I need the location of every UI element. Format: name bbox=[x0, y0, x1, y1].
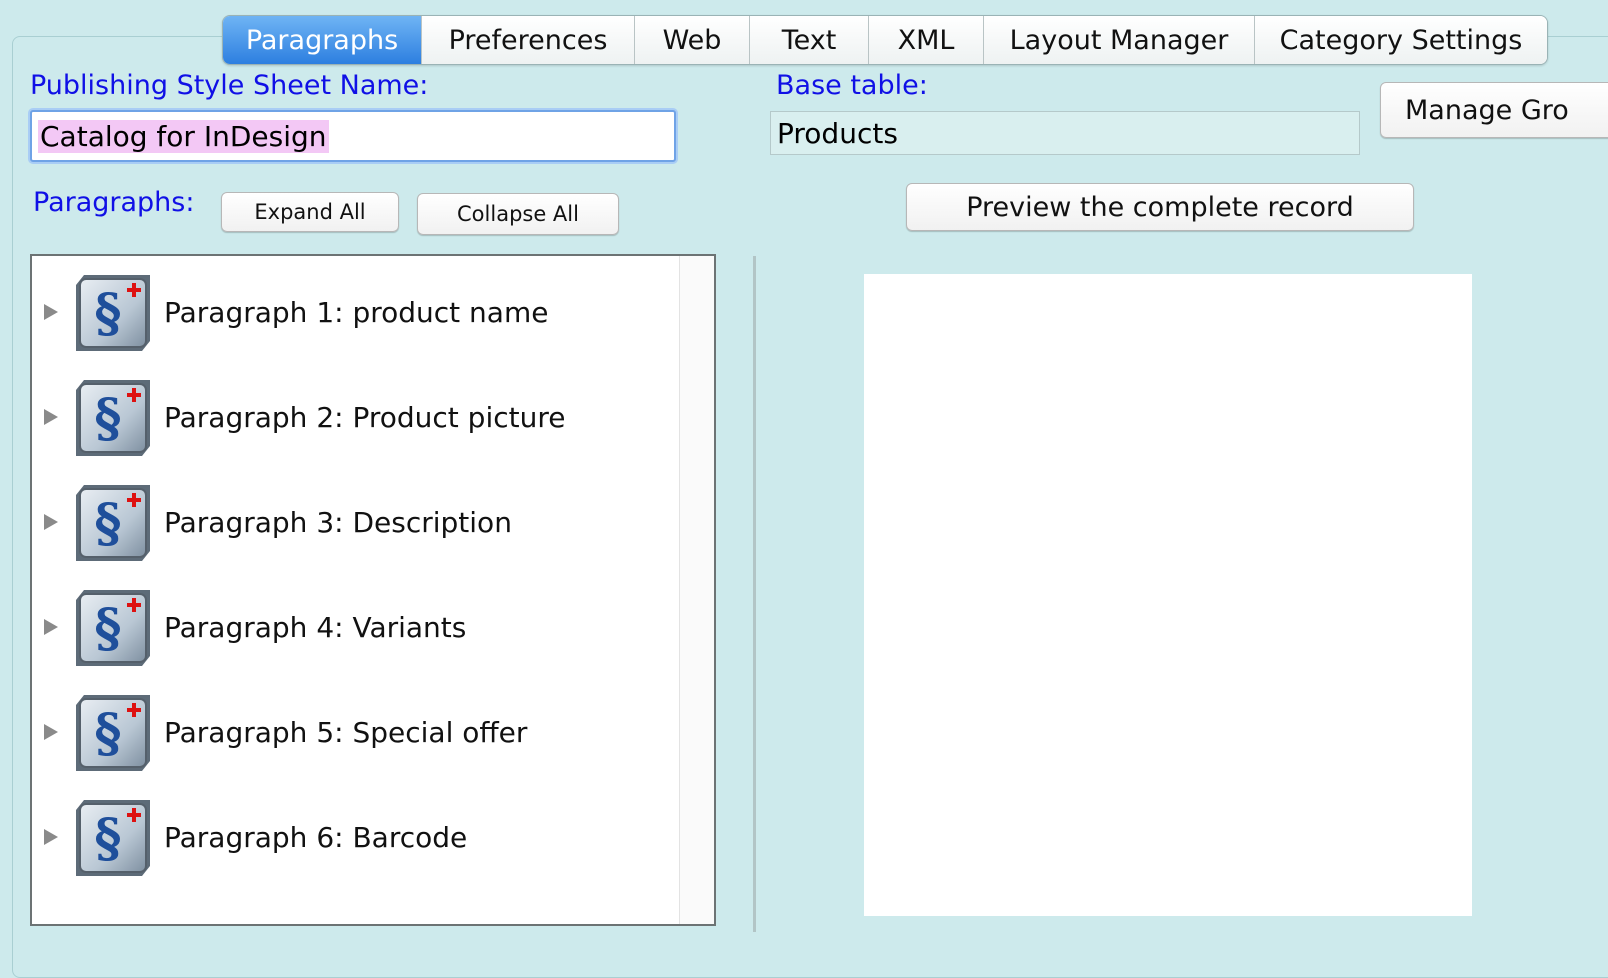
disclosure-triangle-icon[interactable] bbox=[44, 514, 58, 530]
svg-text:§: § bbox=[94, 388, 121, 449]
disclosure-triangle-icon[interactable] bbox=[44, 829, 58, 845]
svg-text:§: § bbox=[94, 283, 121, 344]
base-table-field: Products bbox=[770, 111, 1360, 155]
manage-groups-button[interactable]: Manage Gro bbox=[1380, 82, 1608, 138]
svg-text:§: § bbox=[94, 598, 121, 659]
paragraph-label: Paragraph 2: Product picture bbox=[164, 400, 566, 434]
collapse-all-button[interactable]: Collapse All bbox=[417, 193, 619, 235]
preview-area bbox=[864, 274, 1472, 916]
svg-text:§: § bbox=[94, 808, 121, 869]
tab-text[interactable]: Text bbox=[750, 16, 869, 64]
disclosure-triangle-icon[interactable] bbox=[44, 724, 58, 740]
tab-category-settings[interactable]: Category Settings bbox=[1255, 16, 1547, 64]
paragraph-label: Paragraph 1: product name bbox=[164, 295, 549, 329]
paragraph-label: Paragraph 6: Barcode bbox=[164, 820, 468, 854]
list-item[interactable]: § Paragraph 6: Barcode bbox=[32, 787, 672, 887]
tab-preferences[interactable]: Preferences bbox=[422, 16, 635, 64]
paragraph-section-plus-icon: § bbox=[70, 584, 156, 670]
paragraph-section-plus-icon: § bbox=[70, 479, 156, 565]
expand-all-button[interactable]: Expand All bbox=[221, 192, 399, 232]
tab-web[interactable]: Web bbox=[635, 16, 750, 64]
tab-layout-manager[interactable]: Layout Manager bbox=[984, 16, 1255, 64]
preview-record-button[interactable]: Preview the complete record bbox=[906, 183, 1414, 231]
disclosure-triangle-icon[interactable] bbox=[44, 409, 58, 425]
paragraph-tree[interactable]: § Paragraph 1: product name § Paragraph … bbox=[30, 254, 716, 926]
paragraph-label: Paragraph 4: Variants bbox=[164, 610, 467, 644]
disclosure-triangle-icon[interactable] bbox=[44, 304, 58, 320]
svg-text:§: § bbox=[94, 493, 121, 554]
tab-bar: Paragraphs Preferences Web Text XML Layo… bbox=[222, 15, 1548, 65]
base-table-label: Base table: bbox=[776, 70, 928, 101]
tree-scrollbar-track[interactable] bbox=[679, 256, 714, 924]
paragraphs-label: Paragraphs: bbox=[33, 187, 195, 218]
list-item[interactable]: § Paragraph 2: Product picture bbox=[32, 367, 672, 467]
paragraph-label: Paragraph 5: Special offer bbox=[164, 715, 528, 749]
paragraph-section-plus-icon: § bbox=[70, 794, 156, 880]
split-divider[interactable] bbox=[753, 256, 756, 932]
svg-text:§: § bbox=[94, 703, 121, 764]
list-item[interactable]: § Paragraph 4: Variants bbox=[32, 577, 672, 677]
paragraph-label: Paragraph 3: Description bbox=[164, 505, 512, 539]
style-sheet-name-value: Catalog for InDesign bbox=[38, 119, 329, 153]
style-sheet-name-field[interactable]: Catalog for InDesign bbox=[30, 110, 676, 162]
list-item[interactable]: § Paragraph 5: Special offer bbox=[32, 682, 672, 782]
list-item[interactable]: § Paragraph 3: Description bbox=[32, 472, 672, 572]
paragraph-section-plus-icon: § bbox=[70, 269, 156, 355]
paragraph-section-plus-icon: § bbox=[70, 689, 156, 775]
disclosure-triangle-icon[interactable] bbox=[44, 619, 58, 635]
style-sheet-name-label: Publishing Style Sheet Name: bbox=[30, 70, 429, 101]
paragraph-section-plus-icon: § bbox=[70, 374, 156, 460]
tab-paragraphs[interactable]: Paragraphs bbox=[223, 16, 422, 64]
tab-xml[interactable]: XML bbox=[869, 16, 984, 64]
list-item[interactable]: § Paragraph 1: product name bbox=[32, 262, 672, 362]
